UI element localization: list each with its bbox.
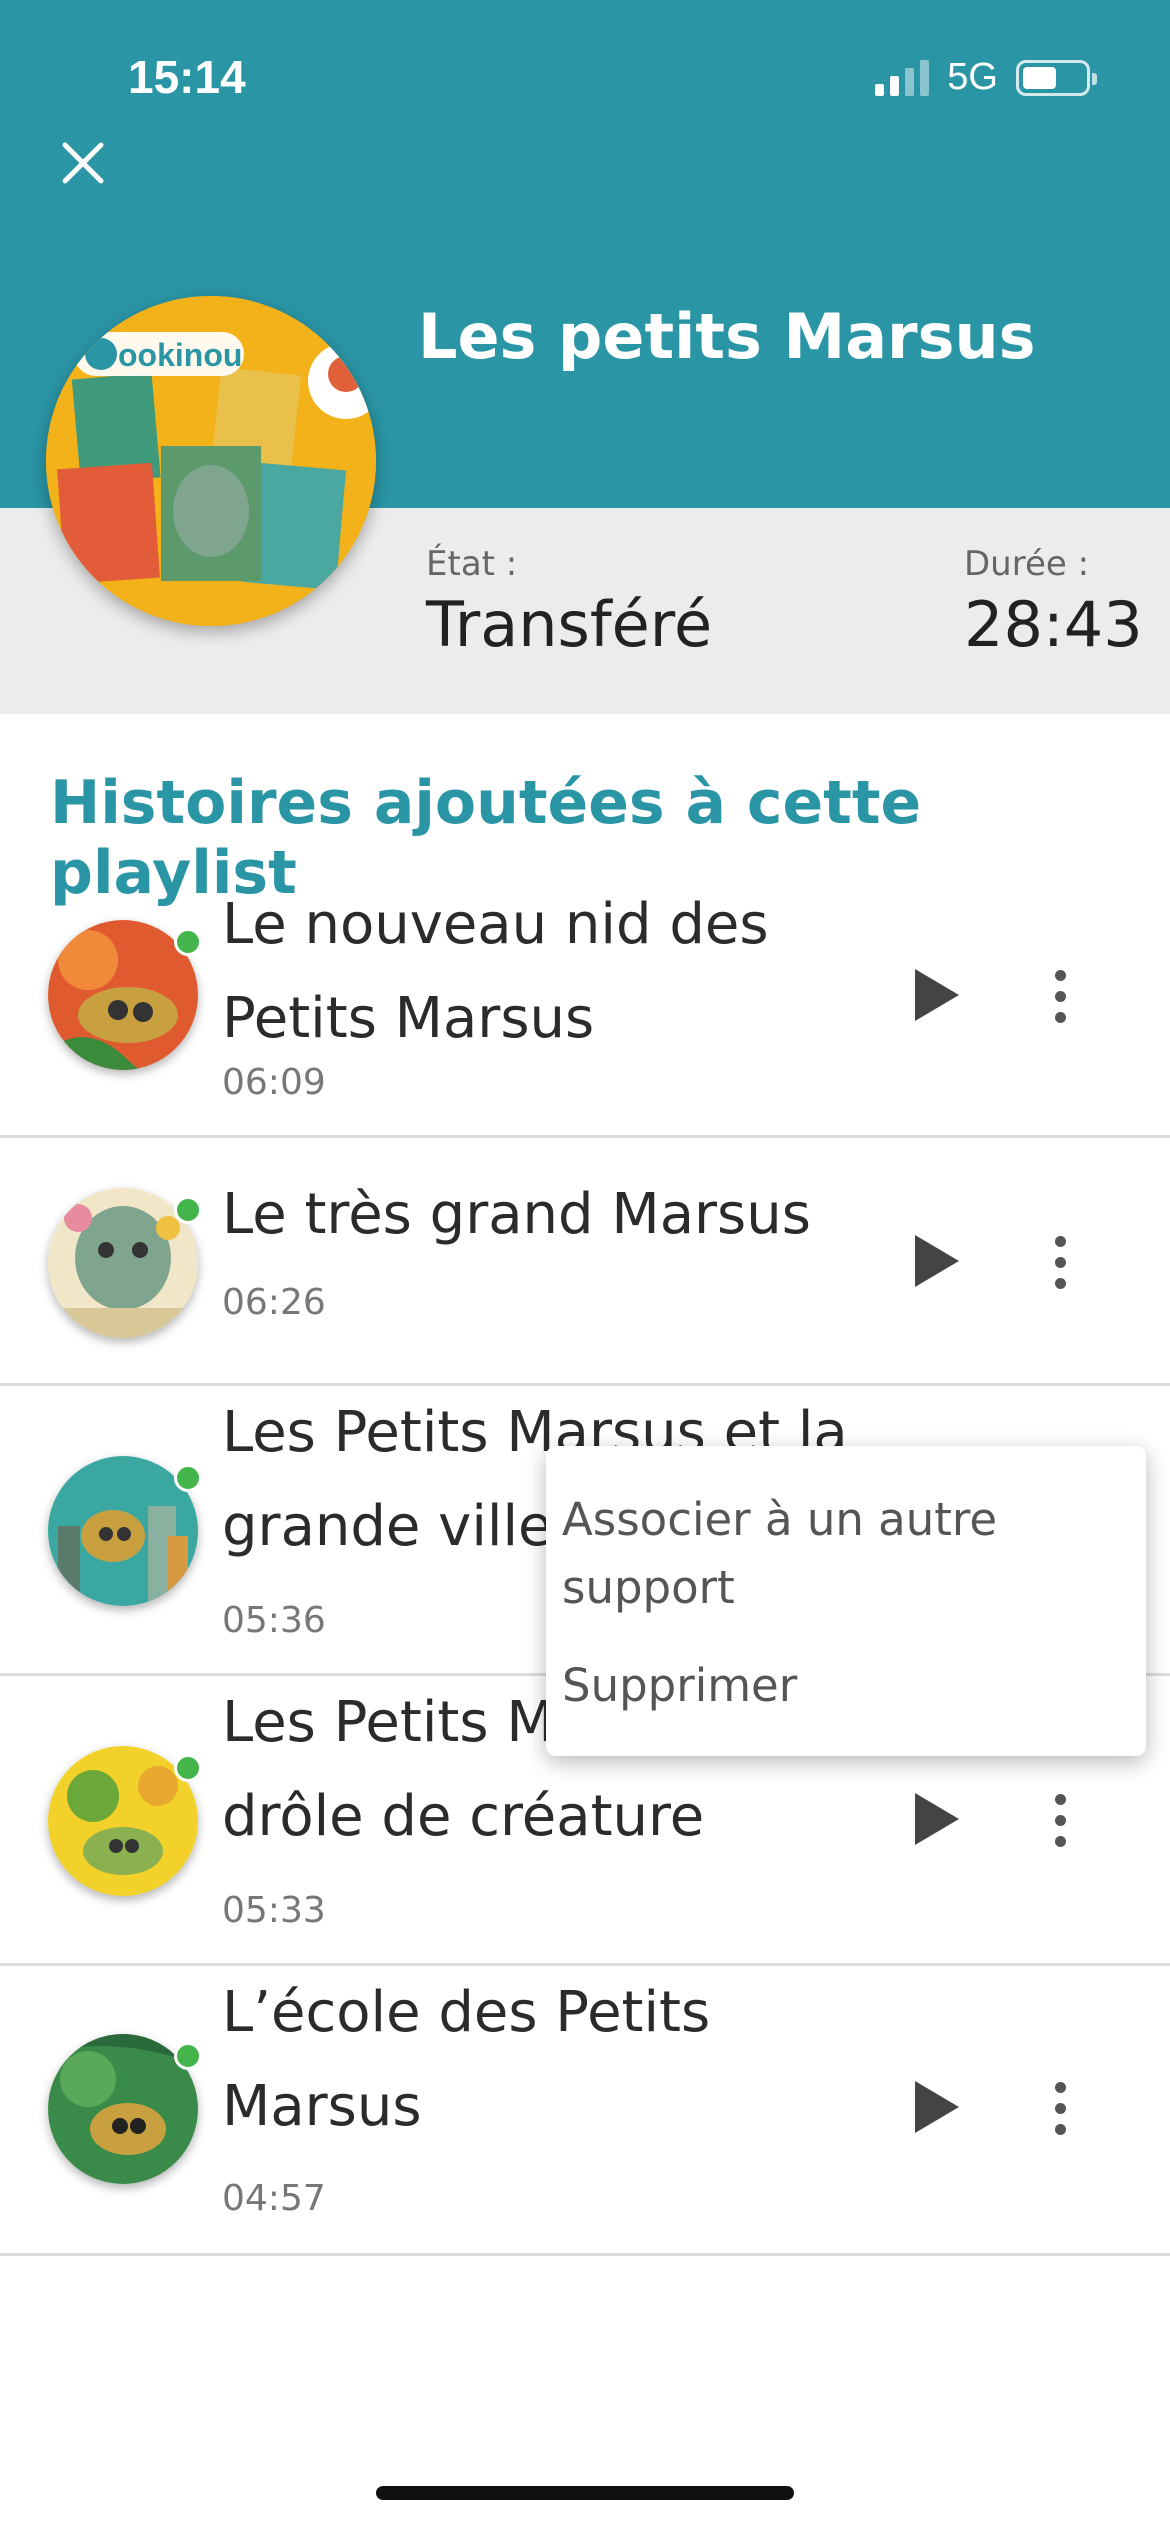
- close-icon: [62, 142, 104, 184]
- track-thumbnail: [48, 1746, 202, 1896]
- play-button[interactable]: [906, 1230, 968, 1292]
- track-duration: 04:57: [222, 2178, 326, 2219]
- play-button[interactable]: [906, 964, 968, 1026]
- brand-logo-text: ookinou: [118, 337, 242, 373]
- battery-icon: [1016, 59, 1097, 96]
- track-row[interactable]: Le très grand Marsus 06:26: [0, 1138, 1170, 1386]
- close-button[interactable]: [50, 130, 116, 196]
- playlist-title: Les petits Marsus: [418, 300, 1036, 373]
- transferred-status-dot: [174, 1196, 202, 1224]
- playlist-cover: ookinou: [46, 296, 376, 626]
- track-thumbnail: [48, 920, 202, 1070]
- more-options-button[interactable]: [1032, 1780, 1088, 1860]
- track-title: Le nouveau nid des Petits Marsus: [222, 892, 769, 1051]
- play-icon: [915, 2081, 959, 2133]
- playlist-detail-screen: 15:14 5G Les petits Marsus État : Transf…: [0, 0, 1170, 2532]
- more-options-button[interactable]: [1032, 956, 1088, 1036]
- track-thumbnail: [48, 2034, 202, 2184]
- more-options-button[interactable]: [1032, 1222, 1088, 1302]
- duration-label: Durée :: [964, 544, 1090, 584]
- transferred-status-dot: [174, 928, 202, 956]
- track-row[interactable]: Le nouveau nid des Petits Marsus 06:09: [0, 870, 1170, 1138]
- play-icon: [915, 1235, 959, 1287]
- state-value: Transféré: [426, 588, 713, 661]
- menu-item-delete[interactable]: Supprimer: [562, 1652, 1122, 1720]
- track-duration: 06:09: [222, 1062, 326, 1103]
- status-icons: 5G: [875, 56, 1097, 99]
- play-button[interactable]: [906, 2076, 968, 2138]
- home-indicator[interactable]: [376, 2486, 794, 2500]
- track-row[interactable]: L’école des Petits Marsus 04:57: [0, 1966, 1170, 2256]
- track-thumbnail: [48, 1188, 202, 1338]
- track-duration: 05:36: [222, 1600, 326, 1641]
- signal-icon: [875, 59, 930, 96]
- play-icon: [915, 969, 959, 1021]
- more-options-button[interactable]: [1032, 2068, 1088, 2148]
- status-time: 15:14: [128, 51, 246, 103]
- transferred-status-dot: [174, 1464, 202, 1492]
- transferred-status-dot: [174, 2042, 202, 2070]
- transferred-status-dot: [174, 1754, 202, 1782]
- state-label: État :: [426, 544, 518, 584]
- play-icon: [915, 1793, 959, 1845]
- menu-item-associate[interactable]: Associer à un autre support: [562, 1486, 1122, 1622]
- context-menu: Associer à un autre support Supprimer: [546, 1446, 1146, 1756]
- track-thumbnail: [48, 1456, 202, 1606]
- play-button[interactable]: [906, 1788, 968, 1850]
- track-duration: 05:33: [222, 1890, 326, 1931]
- track-title: L’école des Petits Marsus: [222, 1980, 711, 2139]
- network-label: 5G: [947, 56, 998, 98]
- track-duration: 06:26: [222, 1282, 326, 1323]
- track-title: Le très grand Marsus: [222, 1182, 811, 1247]
- duration-value: 28:43: [964, 588, 1143, 661]
- playlist-cover-art: ookinou: [46, 296, 376, 626]
